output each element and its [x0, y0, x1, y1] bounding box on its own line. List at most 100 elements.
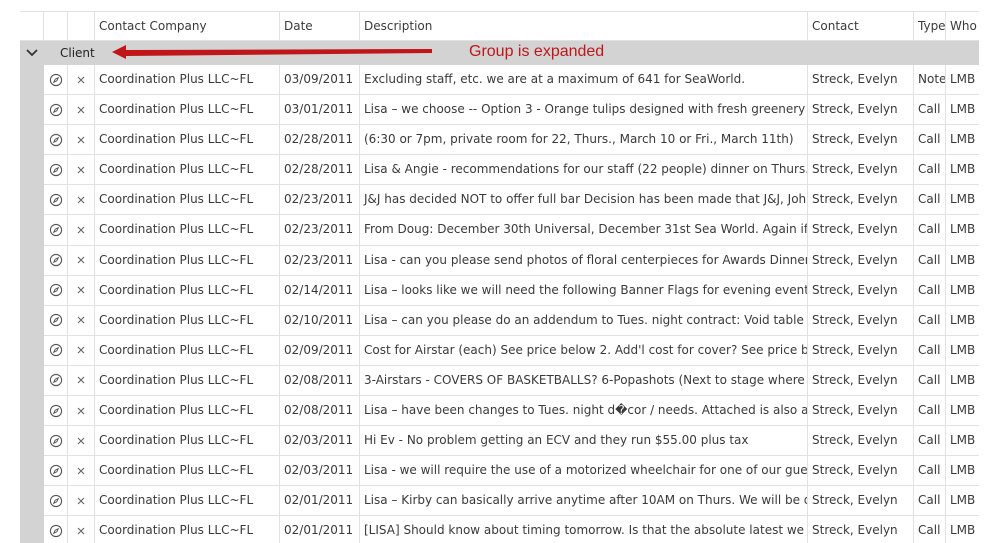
- cell-who: LMB: [950, 162, 976, 177]
- x-icon[interactable]: [68, 456, 95, 486]
- cell-description: Lisa & Angie - recommendations for our s…: [360, 155, 808, 185]
- cell-date: 02/03/2011: [280, 426, 360, 456]
- table-row[interactable]: Coordination Plus LLC~FL 02/23/2011 Lisa -…: [44, 245, 979, 276]
- compass-circle-icon[interactable]: [44, 396, 68, 426]
- cell-contact: Streck, Evelyn: [808, 335, 914, 365]
- cell-description: J&J has decided NOT to offer full bar De…: [360, 185, 808, 215]
- table-row[interactable]: Coordination Plus LLC~FL 02/09/2011 Cost f…: [44, 335, 979, 366]
- cell-type: Call: [914, 185, 946, 215]
- header-contact[interactable]: Contact: [808, 12, 914, 41]
- x-icon[interactable]: [68, 516, 95, 543]
- table-row[interactable]: Coordination Plus LLC~FL 02/08/2011 Lisa –…: [44, 396, 979, 427]
- x-icon[interactable]: [68, 486, 95, 516]
- table-row[interactable]: Coordination Plus LLC~FL 02/01/2011 [LISA]…: [44, 516, 979, 543]
- x-icon[interactable]: [68, 426, 95, 456]
- table-row[interactable]: Coordination Plus LLC~FL 02/01/2011 Lisa –…: [44, 486, 979, 517]
- x-icon[interactable]: [68, 155, 95, 185]
- x-icon[interactable]: [68, 245, 95, 275]
- cell-type: Call: [914, 456, 946, 486]
- compass-circle-icon[interactable]: [44, 365, 68, 396]
- x-icon[interactable]: [68, 365, 95, 396]
- cell-company: Coordination Plus LLC~FL: [95, 155, 280, 185]
- cell-who: LMB: [950, 463, 976, 478]
- chevron-down-icon[interactable]: [24, 44, 40, 62]
- cell-company: Coordination Plus LLC~FL: [95, 215, 280, 245]
- table-row[interactable]: Coordination Plus LLC~FL 02/10/2011 Lisa –…: [44, 305, 979, 336]
- cell-company: Coordination Plus LLC~FL: [95, 275, 280, 305]
- cell-contact: Streck, Evelyn: [808, 516, 914, 543]
- header-who[interactable]: Who: [946, 12, 979, 41]
- table-row[interactable]: Coordination Plus LLC~FL 02/23/2011 J&J ha…: [44, 185, 979, 216]
- cell-date: 02/23/2011: [280, 185, 360, 215]
- cell-contact: Streck, Evelyn: [808, 456, 914, 486]
- table-row[interactable]: Coordination Plus LLC~FL 02/23/2011 From D…: [44, 215, 979, 246]
- x-icon[interactable]: [68, 305, 95, 335]
- header-description[interactable]: Description: [360, 12, 808, 41]
- cell-date: 02/28/2011: [280, 155, 360, 185]
- cell-contact: Streck, Evelyn: [808, 275, 914, 305]
- cell-description: Excluding staff, etc. we are at a maximu…: [360, 65, 808, 95]
- cell-description: Lisa - can you please send photos of flo…: [360, 245, 808, 275]
- table-row[interactable]: Coordination Plus LLC~FL 02/03/2011 Lisa -…: [44, 456, 979, 487]
- compass-circle-icon[interactable]: [44, 65, 68, 95]
- x-icon[interactable]: [68, 275, 95, 305]
- cell-company: Coordination Plus LLC~FL: [95, 396, 280, 426]
- cell-description: From Doug: December 30th Universal, Dece…: [360, 215, 808, 245]
- table-row[interactable]: Coordination Plus LLC~FL 03/01/2011 Lisa –…: [44, 95, 979, 126]
- cell-who: LMB: [950, 222, 976, 237]
- group-label: Client: [60, 46, 95, 60]
- cell-date: 02/01/2011: [280, 516, 360, 543]
- cell-type: Call: [914, 365, 946, 396]
- cell-description: Cost for Airstar (each) See price below …: [360, 335, 808, 365]
- cell-type: Call: [914, 516, 946, 543]
- table-row[interactable]: Coordination Plus LLC~FL 02/08/2011 3-Airs…: [44, 365, 979, 397]
- x-icon[interactable]: [68, 396, 95, 426]
- cell-who: LMB: [950, 342, 976, 357]
- cell-type: Call: [914, 486, 946, 516]
- cell-contact: Streck, Evelyn: [808, 426, 914, 456]
- compass-circle-icon[interactable]: [44, 95, 68, 125]
- compass-circle-icon[interactable]: [44, 335, 68, 365]
- compass-circle-icon[interactable]: [44, 305, 68, 335]
- compass-circle-icon[interactable]: [44, 245, 68, 275]
- cell-type: Call: [914, 335, 946, 365]
- compass-circle-icon[interactable]: [44, 215, 68, 245]
- cell-contact: Streck, Evelyn: [808, 155, 914, 185]
- x-icon[interactable]: [68, 215, 95, 245]
- header-contact-company[interactable]: Contact Company: [95, 12, 280, 41]
- cell-contact: Streck, Evelyn: [808, 245, 914, 275]
- cell-contact: Streck, Evelyn: [808, 365, 914, 396]
- cell-description: Lisa – looks like we will need the follo…: [360, 275, 808, 305]
- compass-circle-icon[interactable]: [44, 486, 68, 516]
- x-icon[interactable]: [68, 125, 95, 155]
- x-icon[interactable]: [68, 185, 95, 215]
- header-expander: [20, 12, 44, 41]
- cell-contact: Streck, Evelyn: [808, 215, 914, 245]
- header-type[interactable]: Type: [914, 12, 946, 41]
- x-icon[interactable]: [68, 95, 95, 125]
- table-row[interactable]: Coordination Plus LLC~FL 03/09/2011 Exclud…: [44, 65, 979, 96]
- cell-type: Call: [914, 396, 946, 426]
- cell-who: LMB: [950, 192, 976, 207]
- table-row[interactable]: Coordination Plus LLC~FL 02/28/2011 Lisa &…: [44, 155, 979, 186]
- table-row[interactable]: Coordination Plus LLC~FL 02/03/2011 Hi Ev …: [44, 426, 979, 457]
- compass-circle-icon[interactable]: [44, 456, 68, 486]
- x-icon[interactable]: [68, 65, 95, 95]
- compass-circle-icon[interactable]: [44, 275, 68, 305]
- cell-company: Coordination Plus LLC~FL: [95, 456, 280, 486]
- cell-contact: Streck, Evelyn: [808, 396, 914, 426]
- group-indent-bar: [20, 65, 44, 543]
- compass-circle-icon[interactable]: [44, 426, 68, 456]
- cell-type: Note: [914, 65, 946, 95]
- cell-company: Coordination Plus LLC~FL: [95, 426, 280, 456]
- x-icon[interactable]: [68, 335, 95, 365]
- header-date[interactable]: Date: [280, 12, 360, 41]
- table-row[interactable]: Coordination Plus LLC~FL 02/14/2011 Lisa –…: [44, 275, 979, 306]
- table-row[interactable]: Coordination Plus LLC~FL 02/28/2011 (6:30 …: [44, 125, 979, 156]
- cell-type: Call: [914, 95, 946, 125]
- compass-circle-icon[interactable]: [44, 516, 68, 543]
- compass-circle-icon[interactable]: [44, 125, 68, 155]
- compass-circle-icon[interactable]: [44, 155, 68, 185]
- cell-type: Call: [914, 426, 946, 456]
- compass-circle-icon[interactable]: [44, 185, 68, 215]
